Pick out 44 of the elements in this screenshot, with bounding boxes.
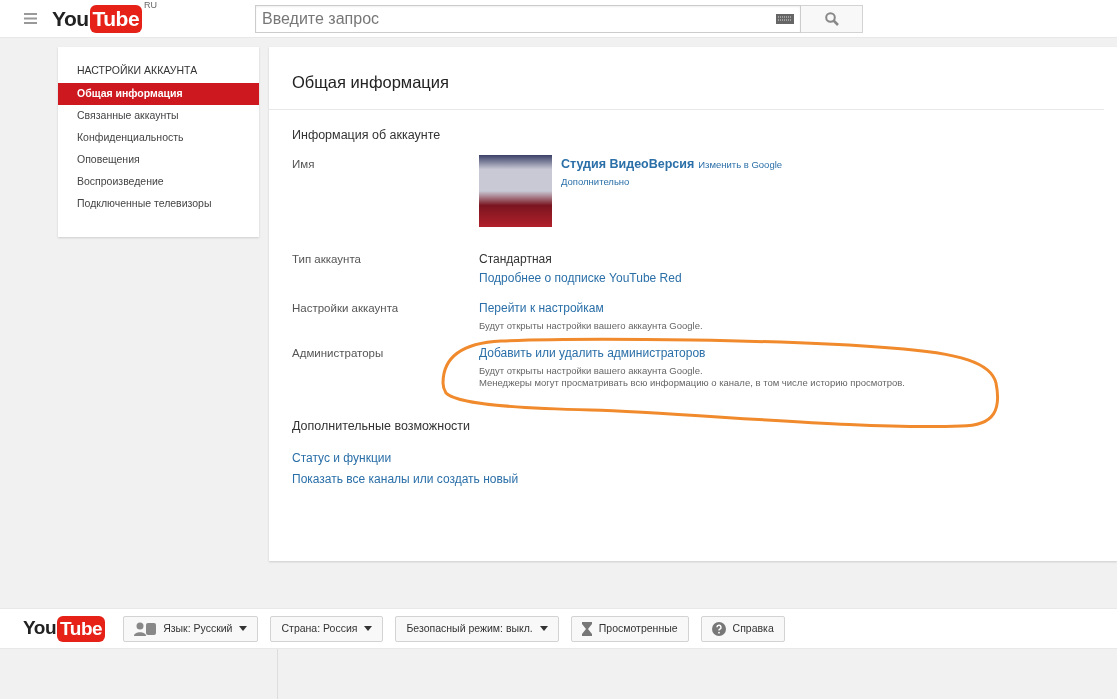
search-button[interactable] [801,4,864,33]
sidebar-item[interactable]: Связанные аккаунты [58,104,259,127]
sidebar-item[interactable]: Воспроизведение [58,170,259,193]
edit-link[interactable]: Изменить в Google [698,157,783,172]
extra-link[interactable]: Показать все каналы или создать новый [292,470,519,489]
more-link[interactable]: Дополнительно [561,175,783,190]
field-label: Администраторы [292,345,385,361]
field-label: Имя [292,156,316,172]
account-type-text: Стандартная [479,250,553,268]
section-title: Дополнительные возможности [292,417,472,435]
region-label: RU [144,0,158,12]
info-link[interactable]: Подробнее о подписке YouTube Red [479,268,1094,287]
field-label: Настройки аккаунта [292,300,400,316]
sidebar-heading: НАСТРОЙКИ АККАУНТА [76,63,199,78]
footer-button[interactable]: Страна: Россия [270,615,384,642]
caret-icon [239,626,248,631]
footer-button[interactable]: Справка [700,615,785,642]
note-text: Будут открыты настройки вашего аккаунта Google. [479,364,704,377]
caret-icon [539,626,548,631]
sidebar-item[interactable]: Конфиденциальность [58,126,259,149]
sidebar-item[interactable]: Оповещения [58,148,259,171]
search-input[interactable]: Введите запрос [262,6,777,31]
footer-button[interactable]: Просмотренные [570,615,689,642]
search-icon [824,11,839,26]
page-title: Общая информация [269,47,1104,110]
keyboard-icon[interactable] [776,13,795,24]
sidebar-item[interactable]: Общая информация [58,82,259,105]
settings-link[interactable]: Добавить или удалить администраторов [479,343,1094,362]
channel-name-link[interactable]: Студия ВидеоВерсия [561,154,695,174]
people-icon [134,621,157,636]
hourglass-icon [581,621,592,636]
note-text: Менеджеры могут просматривать всю информацию о канале, в том числе историю просмотров. [479,376,906,389]
search-field[interactable]: Введите запрос [255,4,802,33]
field-label: Тип аккаунта [292,251,362,267]
help-icon [711,621,726,636]
settings-link[interactable]: Перейти к настройкам [479,298,1094,317]
section-title: Информация об аккаунте [292,126,442,144]
note-text: Будут открыты настройки вашего аккаунта Google. [479,319,704,332]
footer-button[interactable]: Безопасный режим: выкл. [395,615,559,642]
caret-icon [364,626,373,631]
footer-button[interactable]: Язык: Русский [123,615,259,642]
extra-link[interactable]: Статус и функции [292,449,392,468]
menu-icon[interactable] [24,13,37,24]
sidebar-item[interactable]: Подключенные телевизоры [58,192,259,215]
